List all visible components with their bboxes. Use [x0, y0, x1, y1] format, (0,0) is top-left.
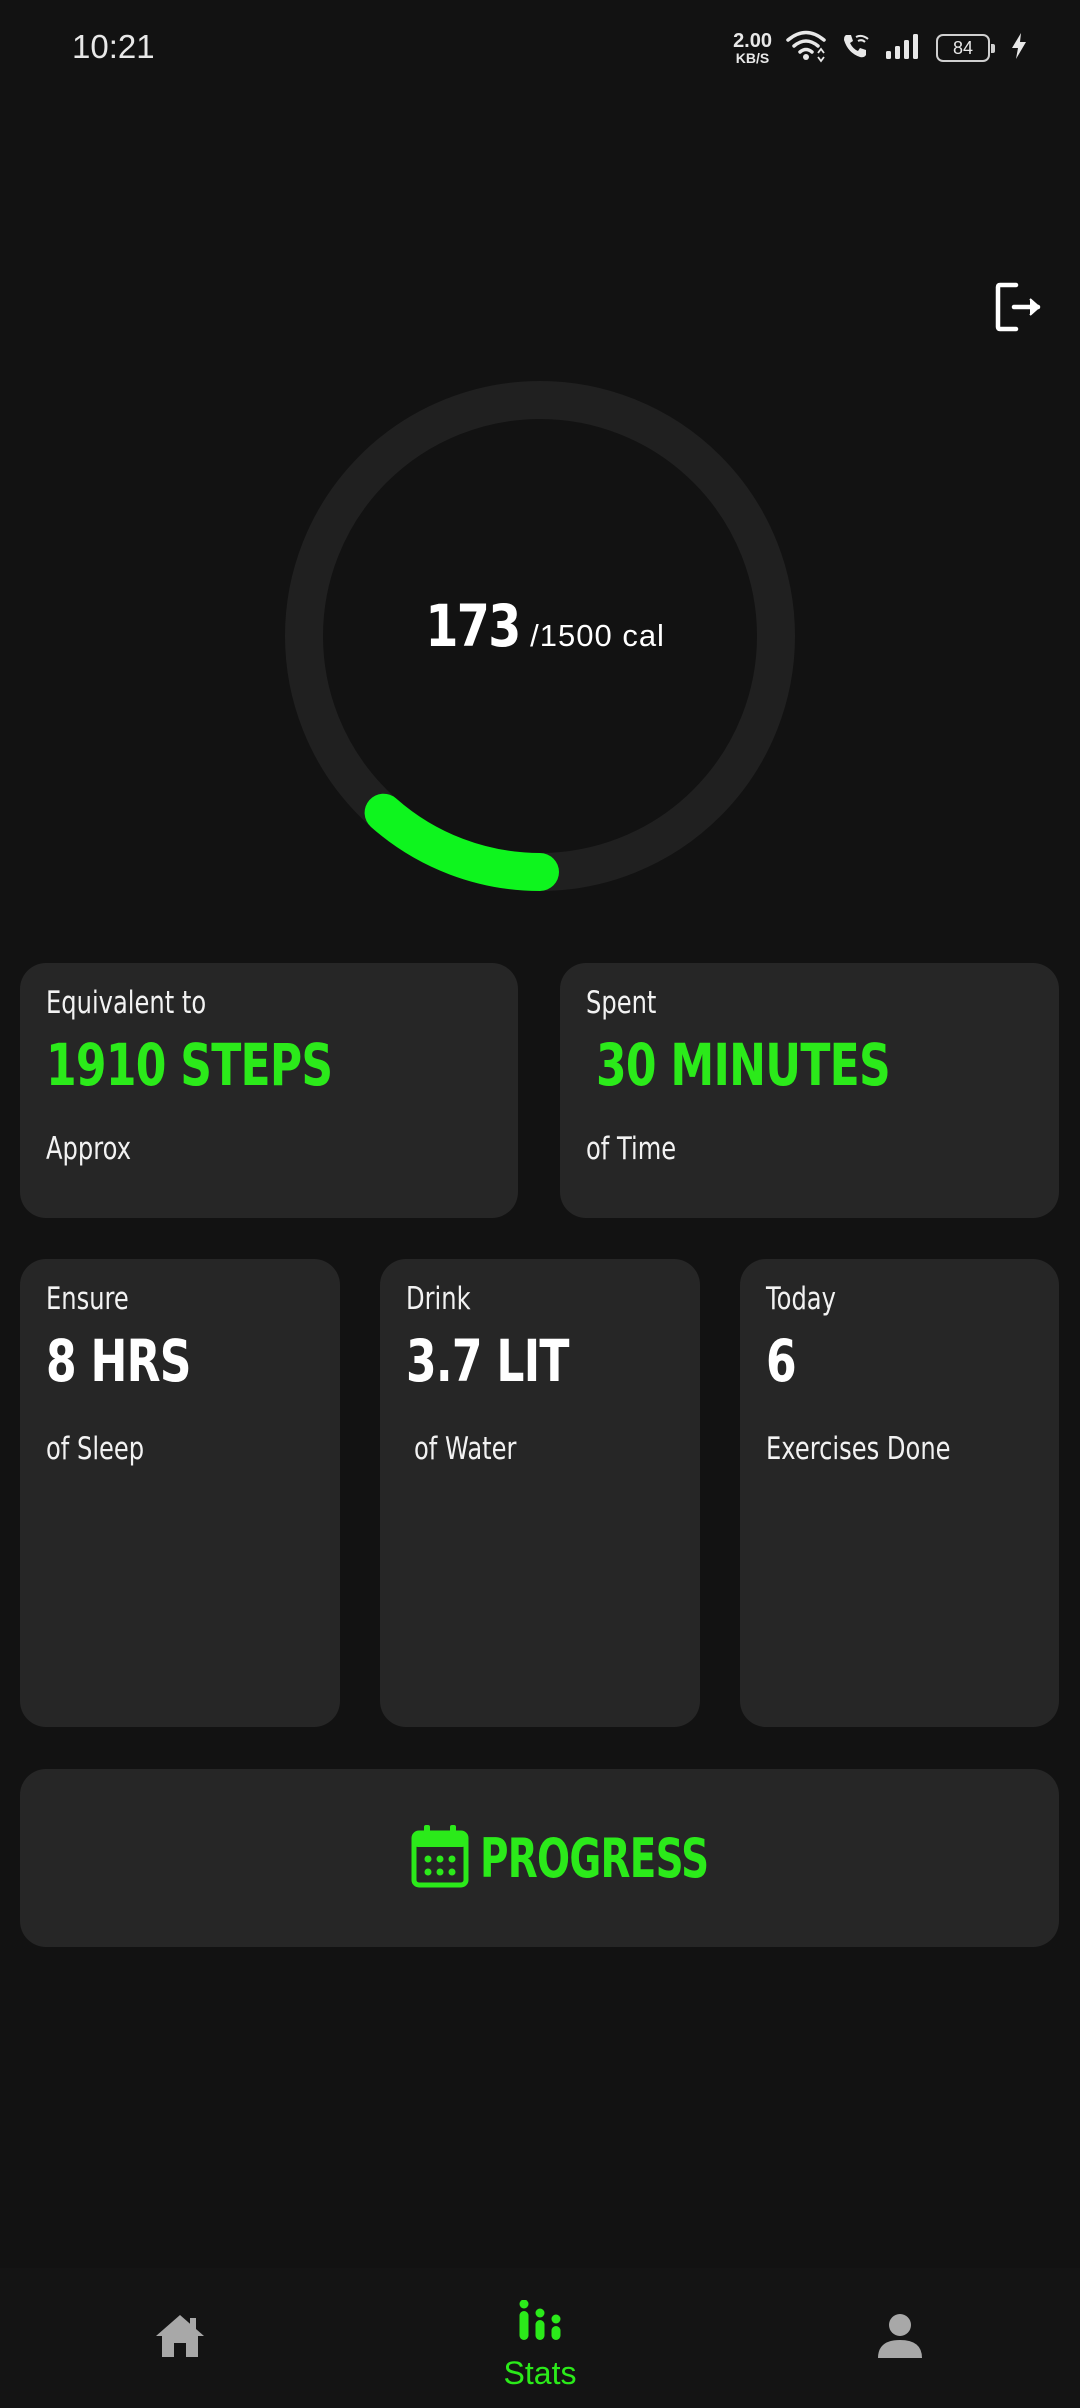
time-card-sub: of Time	[586, 1131, 677, 1167]
progress-button-label: PROGRESS	[479, 1826, 709, 1890]
exercise-card-value: 6	[766, 1327, 797, 1395]
nav-stats-label: Stats	[503, 2355, 577, 2391]
water-card-sub: of Water	[414, 1431, 517, 1467]
steps-card-value: 1910 STEPS	[46, 1031, 333, 1099]
charging-icon	[1010, 32, 1028, 65]
bottom-navigation: Stats	[0, 2268, 1080, 2408]
steps-card-sub: Approx	[46, 1131, 132, 1167]
calorie-progress-ring: 173 /1500 cal	[284, 380, 796, 892]
wifi-icon	[786, 29, 826, 68]
steps-card-label: Equivalent to	[46, 985, 207, 1021]
status-time: 10:21	[72, 28, 155, 65]
water-card-label: Drink	[406, 1281, 471, 1317]
time-card-label: Spent	[586, 985, 657, 1021]
water-card: Drink 3.7 LIT of Water	[380, 1259, 700, 1727]
calendar-icon	[410, 1823, 470, 1894]
nav-profile[interactable]	[800, 2268, 1000, 2408]
nav-home[interactable]	[80, 2268, 280, 2408]
calorie-value: 173	[425, 592, 521, 660]
network-speed-value: 2.00	[733, 30, 772, 52]
logout-icon	[994, 281, 1044, 338]
nav-stats[interactable]: Stats	[440, 2268, 640, 2408]
home-icon	[152, 2308, 208, 2364]
sleep-card-sub: of Sleep	[46, 1431, 145, 1467]
sleep-card: Ensure 8 HRS of Sleep	[20, 1259, 340, 1727]
time-card-value: 30 MINUTES	[596, 1031, 891, 1099]
logout-button[interactable]	[990, 280, 1048, 338]
stats-screen: 10:21 2.00 KB/S 84 173 /1500 cal Equival…	[0, 0, 1080, 2408]
calorie-readout: 173 /1500 cal	[284, 380, 796, 892]
status-icons: 2.00 KB/S 84	[733, 26, 1028, 70]
network-speed: 2.00 KB/S	[733, 31, 772, 65]
steps-card: Equivalent to 1910 STEPS Approx	[20, 963, 518, 1218]
exercise-card-label: Today	[766, 1281, 836, 1317]
network-speed-unit: KB/S	[735, 50, 770, 66]
progress-button[interactable]: PROGRESS	[20, 1769, 1059, 1947]
sleep-card-value: 8 HRS	[46, 1327, 192, 1395]
wifi-call-icon	[840, 31, 870, 66]
exercise-card: Today 6 Exercises Done	[740, 1259, 1059, 1727]
battery-icon: 84	[936, 34, 995, 62]
water-card-value: 3.7 LIT	[406, 1327, 569, 1395]
signal-icon	[884, 31, 922, 66]
exercise-card-sub: Exercises Done	[766, 1431, 951, 1467]
status-bar: 10:21 2.00 KB/S 84	[0, 0, 1080, 96]
stats-icon	[512, 2293, 568, 2349]
calorie-goal: /1500 cal	[530, 618, 665, 653]
profile-icon	[872, 2308, 928, 2364]
sleep-card-label: Ensure	[46, 1281, 129, 1317]
time-card: Spent 30 MINUTES of Time	[560, 963, 1059, 1218]
